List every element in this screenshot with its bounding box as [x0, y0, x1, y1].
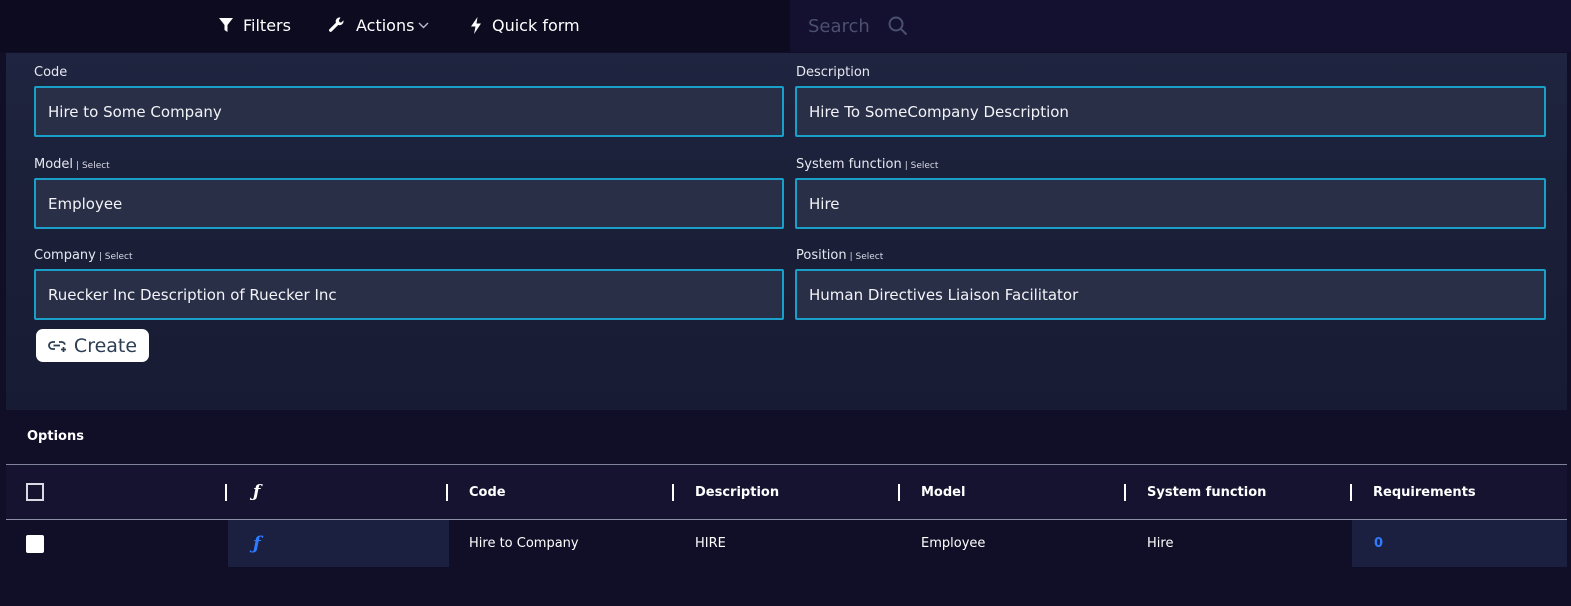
create-button-label: Create	[73, 334, 138, 357]
position-label-text: Position	[796, 248, 847, 263]
filters-button[interactable]: Filters	[219, 0, 291, 50]
column-header-code[interactable]: Code	[469, 465, 506, 519]
system-function-field-value: Hire	[809, 194, 840, 213]
wrench-icon	[329, 17, 344, 32]
description-label: Description	[796, 65, 870, 80]
position-select-link[interactable]: | Select	[850, 252, 884, 262]
filters-label: Filters	[243, 15, 291, 35]
function-icon: ƒ	[253, 533, 261, 554]
column-header-model-label: Model	[921, 484, 966, 500]
model-field-value: Employee	[48, 194, 123, 213]
link-plus-icon	[48, 340, 66, 352]
quick-form-label: Quick form	[492, 15, 580, 35]
code-label-text: Code	[34, 65, 68, 80]
quick-form-panel: Code Hire to Some Company Description Hi…	[6, 53, 1567, 410]
column-resizer[interactable]	[1350, 484, 1352, 501]
company-field-value: Ruecker Inc Description of Ruecker Inc	[48, 285, 337, 304]
filter-icon	[219, 17, 233, 32]
column-header-code-label: Code	[469, 484, 506, 500]
column-header-description[interactable]: Description	[695, 465, 779, 519]
column-resizer[interactable]	[1124, 484, 1126, 501]
column-header-description-label: Description	[695, 484, 780, 500]
row-model: Employee	[921, 520, 985, 567]
description-label-text: Description	[796, 65, 871, 80]
company-select-link[interactable]: | Select	[99, 252, 133, 262]
column-header-model[interactable]: Model	[921, 465, 965, 519]
row-code: Hire to Company	[469, 520, 579, 567]
row-requirements-value: 0	[1374, 536, 1384, 551]
company-field[interactable]: Ruecker Inc Description of Ruecker Inc	[34, 269, 784, 320]
column-header-requirements-label: Requirements	[1373, 484, 1476, 500]
row-model-value: Employee	[921, 536, 986, 551]
fx-cell	[228, 520, 449, 567]
row-description: HIRE	[695, 520, 726, 567]
model-field[interactable]: Employee	[34, 178, 784, 229]
lightning-icon	[471, 16, 481, 34]
position-field-value: Human Directives Liaison Facilitator	[809, 285, 1079, 304]
system-function-label: System function | Select	[796, 157, 938, 172]
row-fx-link[interactable]: ƒ	[253, 520, 261, 567]
chevron-down-icon	[418, 22, 429, 28]
options-panel: Options ƒ Code Description Model System …	[6, 410, 1567, 606]
row-requirements-link[interactable]: 0	[1374, 520, 1383, 567]
requirements-cell	[1352, 520, 1567, 567]
column-header-system-function-label: System function	[1147, 484, 1267, 500]
search-icon[interactable]	[888, 16, 908, 36]
model-label: Model | Select	[34, 157, 110, 172]
quick-form-button[interactable]: Quick form	[470, 0, 580, 50]
row-description-value: HIRE	[695, 536, 726, 551]
position-field[interactable]: Human Directives Liaison Facilitator	[795, 269, 1546, 320]
position-label: Position | Select	[796, 248, 883, 263]
row-checkbox[interactable]	[26, 535, 44, 553]
table-header-row: ƒ Code Description Model System function…	[6, 465, 1567, 519]
code-field[interactable]: Hire to Some Company	[34, 86, 784, 137]
description-field[interactable]: Hire To SomeCompany Description	[795, 86, 1546, 137]
column-resizer[interactable]	[225, 484, 227, 501]
actions-label: Actions	[356, 15, 415, 35]
system-function-select-link[interactable]: | Select	[905, 161, 939, 171]
description-field-value: Hire To SomeCompany Description	[809, 102, 1069, 121]
search-bar	[790, 0, 1571, 52]
column-header-fx[interactable]: ƒ	[253, 465, 260, 519]
column-resizer[interactable]	[672, 484, 674, 501]
column-header-requirements[interactable]: Requirements	[1373, 465, 1476, 519]
code-label: Code	[34, 65, 67, 80]
select-all-checkbox[interactable]	[26, 483, 44, 501]
system-function-label-text: System function	[796, 157, 902, 172]
create-button[interactable]: Create	[36, 329, 149, 362]
model-select-link[interactable]: | Select	[76, 161, 110, 171]
system-function-field[interactable]: Hire	[795, 178, 1546, 229]
options-title: Options	[27, 429, 84, 444]
column-header-system-function[interactable]: System function	[1147, 465, 1266, 519]
top-toolbar: Filters Actions Quick form	[0, 0, 1571, 52]
search-input[interactable]	[808, 15, 878, 37]
code-field-value: Hire to Some Company	[48, 102, 222, 121]
row-system-function-value: Hire	[1147, 536, 1174, 551]
table-row[interactable]: ƒ Hire to Company HIRE Employee Hire 0	[6, 520, 1567, 567]
model-label-text: Model	[34, 157, 74, 172]
company-label-text: Company	[34, 248, 96, 263]
column-resizer[interactable]	[898, 484, 900, 501]
row-code-value: Hire to Company	[469, 536, 579, 551]
fx-header-icon: ƒ	[253, 482, 261, 502]
company-label: Company | Select	[34, 248, 133, 263]
row-system-function: Hire	[1147, 520, 1173, 567]
column-resizer[interactable]	[446, 484, 448, 501]
actions-button[interactable]: Actions	[328, 0, 429, 50]
